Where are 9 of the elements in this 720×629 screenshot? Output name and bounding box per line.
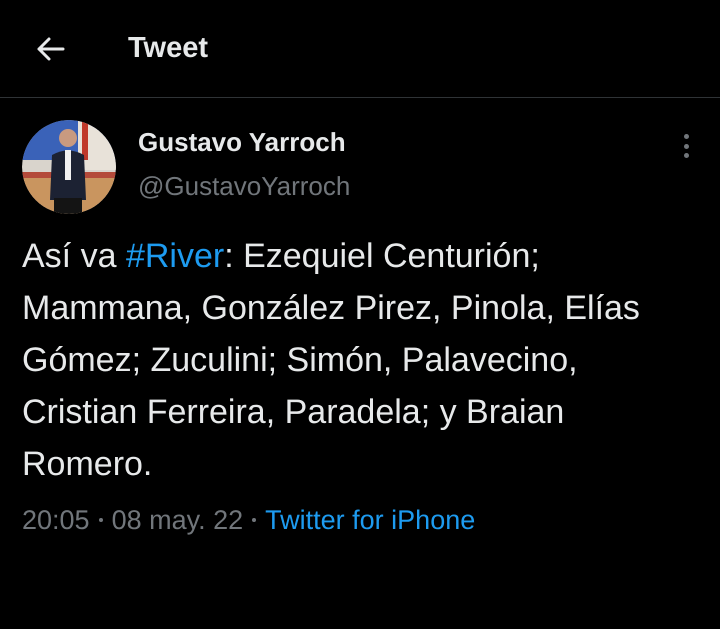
author-name: Gustavo Yarroch <box>138 126 347 158</box>
tweet-time: 20:05 <box>22 504 90 537</box>
tweet-date: 08 may. 22 <box>112 504 244 537</box>
hashtag-link[interactable]: #River <box>126 237 224 275</box>
page-title: Tweet <box>128 30 208 66</box>
more-icon[interactable] <box>684 134 690 158</box>
author-handle: @GustavoYarroch <box>138 170 352 202</box>
source-link[interactable]: Twitter for iPhone <box>265 500 476 540</box>
tweet-text: Así va #River: Ezequiel Centurión; Mammana, González Pirez, Pinola, Elías Gómez; Zuculini; Simón, Palavecino, Cristian Ferreira, Paradela; y Braian Romero. <box>21 236 641 485</box>
